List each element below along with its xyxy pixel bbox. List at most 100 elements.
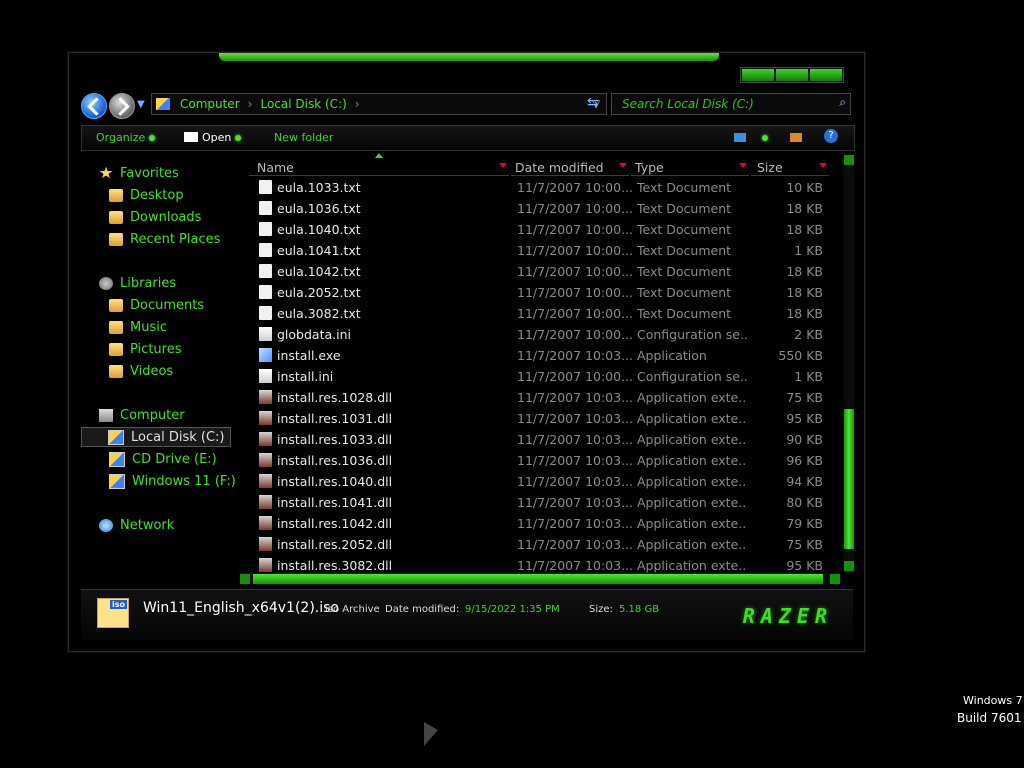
file-row[interactable]: install.res.1040.dll 11/7/2007 10:03... Ap… xyxy=(239,471,841,492)
file-row[interactable]: eula.1040.txt 11/7/2007 10:00... Text Docu… xyxy=(239,219,841,240)
file-row[interactable]: install.res.1036.dll 11/7/2007 10:03... Ap… xyxy=(239,450,841,471)
help-icon[interactable]: ? xyxy=(824,129,838,143)
file-size: 550 KB xyxy=(778,348,823,363)
dll-file-icon xyxy=(259,411,272,425)
file-row[interactable]: install.res.1031.dll 11/7/2007 10:03... Ap… xyxy=(239,408,841,429)
horizontal-scrollbar[interactable] xyxy=(239,573,841,585)
sidebar-item-windows-11[interactable]: Windows 11 (F:) xyxy=(109,471,236,491)
desktop-icon xyxy=(109,188,123,202)
sidebar-item-local-disk[interactable]: Local Disk (C:) xyxy=(81,427,231,447)
view-icon[interactable] xyxy=(734,133,746,142)
forward-button[interactable] xyxy=(109,93,135,119)
file-row[interactable]: eula.1042.txt 11/7/2007 10:00... Text Docu… xyxy=(239,261,841,282)
sidebar-label: Network xyxy=(120,517,175,533)
dropdown-dot-icon xyxy=(235,135,242,141)
search-icon[interactable]: ⌕ xyxy=(839,95,846,110)
back-button[interactable] xyxy=(81,93,107,119)
file-type: Text Document xyxy=(637,285,732,300)
scroll-thumb[interactable] xyxy=(844,409,854,549)
column-dropdown-icon[interactable] xyxy=(739,163,747,168)
breadcrumb-computer[interactable]: Computer xyxy=(180,97,240,111)
new-folder-label: New folder xyxy=(274,131,334,144)
minimize-button[interactable] xyxy=(742,69,774,81)
column-dropdown-icon[interactable] xyxy=(499,163,507,168)
vertical-scrollbar[interactable] xyxy=(843,153,855,573)
sidebar-item-desktop[interactable]: Desktop xyxy=(109,185,184,205)
scroll-thumb[interactable] xyxy=(253,574,823,584)
close-button[interactable] xyxy=(810,69,842,81)
explorer-window: ▼ Computer › Local Disk (C:) › ▽ ⇆ Searc… xyxy=(68,52,865,652)
recent-pages-dropdown-icon[interactable]: ▼ xyxy=(137,99,145,110)
file-type: Configuration se... xyxy=(637,327,747,342)
scroll-up-button[interactable] xyxy=(844,155,854,165)
file-row[interactable]: eula.1036.txt 11/7/2007 10:00... Text Docu… xyxy=(239,198,841,219)
scroll-left-button[interactable] xyxy=(240,574,250,584)
file-size: 96 KB xyxy=(786,453,823,468)
sidebar-item-computer[interactable]: Computer xyxy=(99,405,185,425)
sidebar-item-videos[interactable]: Videos xyxy=(109,361,173,381)
address-bar[interactable]: Computer › Local Disk (C:) › ▽ xyxy=(151,93,607,115)
sidebar-item-libraries[interactable]: Libraries xyxy=(99,273,176,293)
file-row[interactable]: eula.1033.txt 11/7/2007 10:00... Text Docu… xyxy=(239,177,841,198)
breadcrumb-local-disk[interactable]: Local Disk (C:) xyxy=(260,97,346,111)
file-row[interactable]: globdata.ini 11/7/2007 10:00... Configurat… xyxy=(239,324,841,345)
file-row[interactable]: install.res.1028.dll 11/7/2007 10:03... Ap… xyxy=(239,387,841,408)
file-size: 90 KB xyxy=(786,432,823,447)
column-header-date[interactable]: Date modified xyxy=(511,157,629,176)
view-options-dot-icon[interactable] xyxy=(758,131,768,144)
sidebar-item-pictures[interactable]: Pictures xyxy=(109,339,181,359)
column-header-size[interactable]: Size xyxy=(751,157,829,176)
star-icon xyxy=(99,166,113,179)
column-dropdown-icon[interactable] xyxy=(619,163,627,168)
column-header-name[interactable]: Name xyxy=(249,157,509,176)
file-size: 79 KB xyxy=(786,516,823,531)
file-size: 75 KB xyxy=(786,390,823,405)
txt-file-icon xyxy=(259,201,272,215)
dll-file-icon xyxy=(259,474,272,488)
sidebar-item-music[interactable]: Music xyxy=(109,317,167,337)
file-row[interactable]: install.res.1033.dll 11/7/2007 10:03... Ap… xyxy=(239,429,841,450)
file-row[interactable]: eula.1041.txt 11/7/2007 10:00... Text Docu… xyxy=(239,240,841,261)
preview-pane-icon[interactable] xyxy=(790,133,802,142)
search-input[interactable]: Search Local Disk (C:) ⌕ xyxy=(611,93,851,115)
sidebar-label: Pictures xyxy=(130,341,182,357)
videos-icon xyxy=(109,364,123,378)
new-folder-button[interactable]: New folder xyxy=(274,131,333,144)
breadcrumb-separator-icon[interactable]: › xyxy=(248,97,253,111)
file-name: install.res.1040.dll xyxy=(277,474,393,489)
sidebar-item-favorites[interactable]: Favorites xyxy=(99,163,179,183)
file-row[interactable]: eula.2052.txt 11/7/2007 10:00... Text Docu… xyxy=(239,282,841,303)
file-row[interactable]: eula.3082.txt 11/7/2007 10:00... Text Docu… xyxy=(239,303,841,324)
file-row[interactable]: install.res.1042.dll 11/7/2007 10:03... Ap… xyxy=(239,513,841,534)
selected-file-name: Win11_English_x64v1(2).iso xyxy=(143,600,339,616)
maximize-button[interactable] xyxy=(776,69,808,81)
file-type: Application exte... xyxy=(637,453,747,468)
scroll-right-button[interactable] xyxy=(830,574,840,584)
drive-icon xyxy=(109,473,125,489)
sidebar-item-cd-drive[interactable]: CD Drive (E:) xyxy=(109,449,217,469)
file-row[interactable]: install.res.1041.dll 11/7/2007 10:03... Ap… xyxy=(239,492,841,513)
computer-icon xyxy=(99,408,113,422)
file-size: 95 KB xyxy=(786,411,823,426)
file-type: Text Document xyxy=(637,306,732,321)
organize-button[interactable]: Organize xyxy=(96,131,156,144)
open-button[interactable]: Open xyxy=(184,131,242,144)
sidebar-item-network[interactable]: Network xyxy=(99,515,174,535)
column-header-type[interactable]: Type xyxy=(631,157,749,176)
file-name: eula.1042.txt xyxy=(277,264,361,279)
file-type: Application exte... xyxy=(637,432,747,447)
file-row[interactable]: install.ini 11/7/2007 10:00... Configurati… xyxy=(239,366,841,387)
sidebar-item-recent-places[interactable]: Recent Places xyxy=(109,229,220,249)
column-dropdown-icon[interactable] xyxy=(819,163,827,168)
scroll-down-button[interactable] xyxy=(844,561,854,571)
sidebar-item-documents[interactable]: Documents xyxy=(109,295,204,315)
file-type: Application exte... xyxy=(637,390,747,405)
sidebar-label: Local Disk (C:) xyxy=(131,429,225,445)
file-row[interactable]: install.exe 11/7/2007 10:03... Application… xyxy=(239,345,841,366)
breadcrumb-separator-icon[interactable]: › xyxy=(355,97,360,111)
sidebar-item-downloads[interactable]: Downloads xyxy=(109,207,201,227)
file-row[interactable]: install.res.2052.dll 11/7/2007 10:03... Ap… xyxy=(239,534,841,555)
file-type: Text Document xyxy=(637,201,732,216)
file-type: Text Document xyxy=(637,264,732,279)
refresh-icon[interactable]: ⇆ xyxy=(587,95,599,111)
